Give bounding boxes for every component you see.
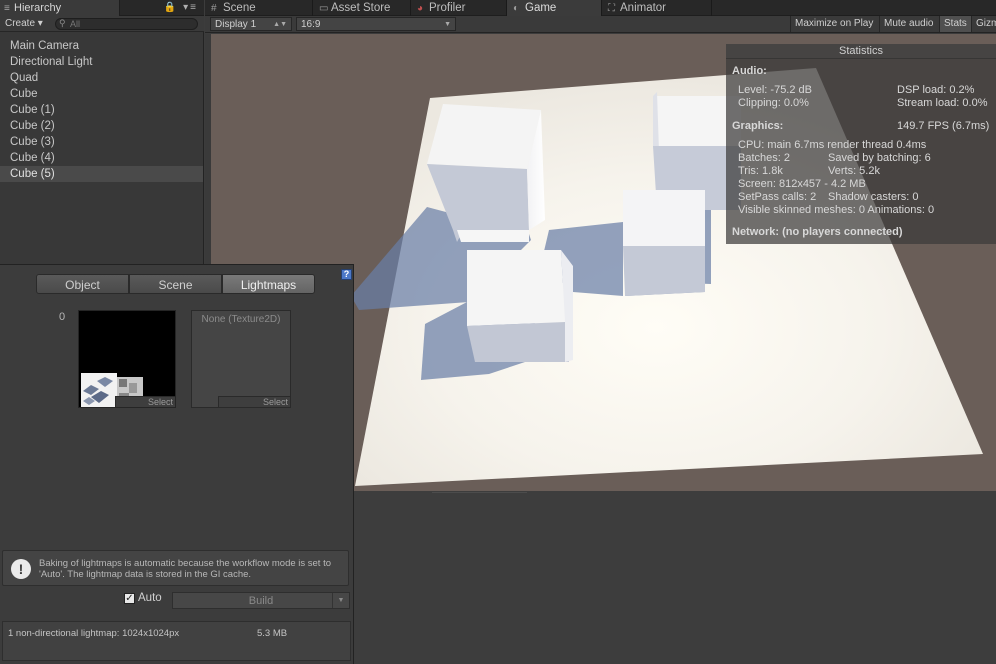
auto-checkbox[interactable]: ✓ [124, 593, 135, 604]
animator-icon: ⛶ [608, 3, 615, 14]
tab-animator[interactable]: ⛶ Animator [602, 0, 712, 16]
mute-audio-toggle[interactable]: Mute audio [879, 16, 937, 32]
cube [623, 190, 705, 296]
tab-lightmaps[interactable]: Lightmaps [222, 274, 315, 294]
hierarchy-item[interactable]: Main Camera [0, 38, 203, 54]
statistics-overlay: Statistics Audio: Level: -75.2 dB DSP lo… [726, 44, 996, 244]
cube-face-top [467, 250, 565, 326]
tab-game[interactable]: ◐ Game [507, 0, 602, 16]
aspect-dropdown[interactable]: 16:9 ▼ [296, 17, 456, 31]
aspect-value: 16:9 [301, 19, 321, 30]
cube [467, 250, 573, 362]
hierarchy-tab-label: Hierarchy [14, 2, 62, 14]
hierarchy-item[interactable]: Quad [0, 70, 203, 86]
stream-load: Stream load: 0.0% [897, 97, 988, 109]
network-status: Network: (no players connected) [732, 226, 903, 238]
tab-profiler[interactable]: ◕ Profiler [411, 0, 507, 16]
tab-scene[interactable]: # Scene [205, 0, 313, 16]
saved-by-batching: Saved by batching: 6 [828, 152, 931, 164]
tab-hierarchy[interactable]: ≡ Hierarchy [0, 0, 120, 16]
help-icon[interactable]: ? [341, 269, 352, 280]
empty-slot-label: None (Texture2D) [201, 314, 281, 325]
visible-skinned-meshes: Visible skinned meshes: 0 Animations: 0 [738, 204, 935, 216]
lighting-panel: ? Object Scene Lightmaps 0 Select None (… [0, 264, 354, 664]
profiler-icon: ◕ [417, 3, 424, 14]
info-icon: ! [11, 559, 31, 579]
info-helpbox: ! Baking of lightmaps is automatic becau… [2, 550, 349, 586]
maximize-on-play-toggle[interactable]: Maximize on Play [790, 16, 877, 32]
clipping: Clipping: 0.0% [738, 97, 809, 109]
batches: Batches: 2 [738, 152, 790, 164]
lightmap-preview [79, 311, 175, 407]
hierarchy-item[interactable]: Directional Light [0, 54, 203, 70]
tab-scene-lighting[interactable]: Scene [129, 274, 222, 294]
cube-face-front [623, 246, 705, 296]
hierarchy-item[interactable]: Cube [0, 86, 203, 102]
screen: Screen: 812x457 - 4.2 MB [738, 178, 866, 190]
game-icon: ◐ [513, 3, 520, 14]
dsp-load: DSP load: 0.2% [897, 84, 975, 96]
build-label: Build [248, 595, 274, 607]
audio-header: Audio: [732, 65, 767, 77]
stats-toggle[interactable]: Stats [939, 16, 971, 32]
scene-grid-icon: # [211, 3, 217, 14]
tab-asset-store[interactable]: ▭ Asset Store [313, 0, 411, 16]
dropdown-arrow-icon: ▲▼ [273, 21, 287, 28]
divider [432, 492, 527, 493]
lightmap-summary: 1 non-directional lightmap: 1024x1024px … [2, 621, 351, 661]
hierarchy-item[interactable]: Cube (3) [0, 134, 203, 150]
display-dropdown[interactable]: Display 1 ▲▼ [210, 17, 292, 31]
panel-menu-icon[interactable]: 🔒 ▾≡ [164, 0, 198, 16]
search-icon: ⚲ [59, 18, 66, 28]
search-placeholder: All [70, 19, 81, 29]
hierarchy-search-input[interactable]: ⚲ All [55, 18, 198, 30]
cube-face-front [467, 322, 569, 362]
statistics-title: Statistics [726, 44, 996, 59]
audio-level: Level: -75.2 dB [738, 84, 812, 96]
build-button[interactable]: Build ▼ [172, 592, 350, 609]
hierarchy-tab-bar: ≡ Hierarchy 🔒 ▾≡ [0, 0, 204, 16]
tris: Tris: 1.8k [738, 165, 783, 177]
hierarchy-icon: ≡ [4, 3, 10, 14]
hierarchy-item[interactable]: Cube (5) [0, 166, 203, 182]
cube-face-bottom [457, 230, 529, 242]
tab-profiler-label: Profiler [429, 2, 466, 14]
display-value: Display 1 [215, 19, 257, 30]
cube-face-top [427, 104, 541, 169]
hierarchy-list: Main Camera Directional Light Quad Cube Cube… [0, 38, 203, 182]
lightmap-memory: 5.3 MB [257, 628, 288, 639]
dropdown-arrow-icon: ▼ [444, 21, 451, 28]
hierarchy-item[interactable]: Cube (2) [0, 118, 203, 134]
tab-object[interactable]: Object [36, 274, 129, 294]
verts: Verts: 5.2k [828, 165, 880, 177]
game-toolbar: Display 1 ▲▼ 16:9 ▼ Maximize on Play Mute … [205, 16, 996, 33]
fps: 149.7 FPS (6.7ms) [897, 120, 990, 132]
tab-scene-label: Scene [223, 2, 256, 14]
hierarchy-panel: ≡ Hierarchy 🔒 ▾≡ Create ▾ ⚲ All Main Came… [0, 0, 204, 264]
lightmap-index: 0 [59, 311, 66, 323]
gizmos-dropdown[interactable]: Gizm [971, 16, 996, 32]
select-button[interactable]: Select [218, 396, 290, 407]
empty-lightmap-slot[interactable]: None (Texture2D) Select [191, 310, 291, 408]
auto-label: Auto [138, 592, 162, 604]
select-button[interactable]: Select [115, 396, 175, 407]
lightmap-summary-text: 1 non-directional lightmap: 1024x1024px [8, 628, 180, 639]
hierarchy-toolbar: Create ▾ ⚲ All [0, 16, 204, 32]
cart-icon: ▭ [319, 3, 329, 14]
setpass-calls: SetPass calls: 2 [738, 191, 817, 203]
tab-game-label: Game [525, 2, 557, 14]
cpu-time: CPU: main 6.7ms render thread 0.4ms [738, 139, 927, 151]
build-dropdown-arrow-icon[interactable]: ▼ [332, 593, 349, 608]
hierarchy-item[interactable]: Cube (4) [0, 150, 203, 166]
hierarchy-item[interactable]: Cube (1) [0, 102, 203, 118]
info-text: Baking of lightmaps is automatic because… [39, 558, 332, 580]
graphics-header: Graphics: [732, 120, 784, 132]
tab-asset-store-label: Asset Store [331, 2, 391, 14]
tab-animator-label: Animator [620, 2, 667, 14]
cube-face-top [623, 190, 705, 246]
lightmap-thumbnail[interactable]: Select [78, 310, 176, 408]
shadow-casters: Shadow casters: 0 [828, 191, 919, 203]
create-dropdown[interactable]: Create ▾ [5, 18, 43, 30]
main-tab-bar: # Scene ▭ Asset Store ◕ Profiler ◐ Game ⛶ Ani… [205, 0, 996, 16]
